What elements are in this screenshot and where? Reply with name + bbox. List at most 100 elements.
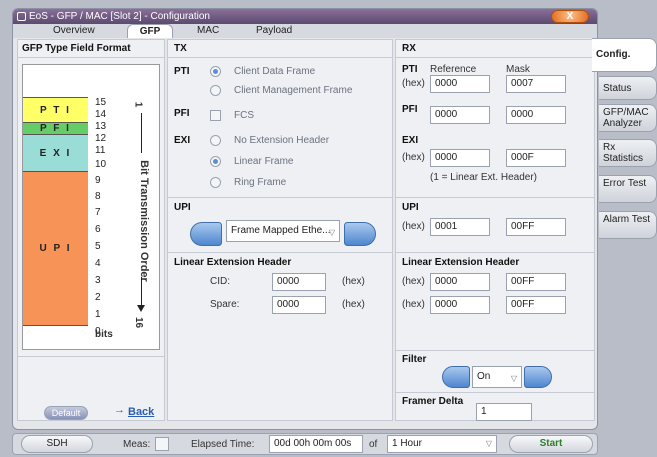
side-tab-alarm-test[interactable]: Alarm Test [599, 211, 657, 239]
filter-value: On [477, 371, 491, 382]
fcs-checkbox[interactable] [210, 110, 221, 121]
sdh-button[interactable]: SDH [21, 435, 93, 453]
pfi-block: P F I [23, 123, 88, 135]
back-link[interactable]: Back [128, 406, 154, 418]
bit-number: 6 [95, 224, 101, 235]
side-tab-rx-statistics[interactable]: Rx Statistics [599, 139, 657, 167]
client-management-frame-label: Client Management Frame [234, 85, 353, 96]
spare-hex-label: (hex) [342, 299, 365, 310]
tab-gfp[interactable]: GFP [127, 24, 173, 38]
rx-header: RX [402, 43, 416, 54]
order-label: Bit Transmission Order [138, 160, 150, 282]
hex-label: (hex) [402, 221, 425, 232]
filter-next-button[interactable] [524, 366, 552, 388]
divider [396, 57, 594, 58]
framer-delta-input[interactable]: 1 [476, 403, 532, 421]
start-button[interactable]: Start [509, 435, 593, 453]
chevron-down-icon: ▽ [485, 439, 492, 448]
bit-diagram: P T I P F I E X I U P I 15 14 13 12 11 1… [22, 64, 160, 350]
hex-label: (hex) [402, 299, 425, 310]
app-icon [17, 12, 26, 21]
exi-mask-input[interactable]: 000F [506, 149, 566, 167]
elapsed-time-value: 00d 00h 00m 00s [269, 435, 363, 453]
lin1-reference-input[interactable]: 0000 [430, 273, 490, 291]
rx-upi-label: UPI [402, 202, 419, 213]
tx-pti-label: PTI [174, 66, 190, 77]
bit-number: 10 [95, 159, 107, 170]
reference-label: Reference [430, 64, 477, 75]
fcs-label: FCS [234, 110, 254, 121]
back-arrow-icon: → [114, 404, 125, 416]
lin2-mask-input[interactable]: 00FF [506, 296, 566, 314]
side-tab-error-test[interactable]: Error Test [599, 175, 657, 203]
tab-mac[interactable]: MAC [197, 24, 219, 38]
bit-number: 11 [95, 145, 106, 156]
divider [18, 57, 164, 58]
order-line [141, 113, 142, 153]
radio-linear-frame[interactable] [210, 156, 221, 167]
tab-payload[interactable]: Payload [256, 24, 292, 38]
mask-label: Mask [506, 64, 530, 75]
divider [396, 252, 594, 253]
bit-number: 8 [95, 191, 101, 202]
tab-overview[interactable]: Overview [53, 24, 95, 38]
radio-client-data-frame[interactable] [210, 66, 221, 77]
bit-number: 13 [95, 121, 107, 132]
tx-panel: TX PTI Client Data Frame Client Manageme… [167, 39, 393, 421]
filter-prev-button[interactable] [442, 366, 470, 388]
cid-input[interactable]: 0000 [272, 273, 326, 291]
tx-linear-header: Linear Extension Header [174, 257, 292, 268]
pfi-mask-input[interactable]: 0000 [506, 106, 566, 124]
window-title: EoS - GFP / MAC [Slot 2] - Configuration [29, 11, 210, 22]
down-arrow-icon [137, 305, 145, 312]
filter-select[interactable]: On ▽ [472, 366, 522, 388]
bit-number: 5 [95, 241, 101, 252]
top-tabs: Overview GFP MAC Payload [13, 24, 597, 38]
side-tab-config[interactable]: Config. [592, 38, 657, 72]
pfi-reference-input[interactable]: 0000 [430, 106, 490, 124]
divider [168, 197, 392, 198]
order-line [141, 277, 142, 307]
upi-value: Frame Mapped Ethe... [231, 225, 331, 236]
divider [168, 252, 392, 253]
bit-number: 15 [95, 97, 107, 108]
upi-reference-input[interactable]: 0001 [430, 218, 490, 236]
exi-reference-input[interactable]: 0000 [430, 149, 490, 167]
hex-label: (hex) [402, 276, 425, 287]
bit-number: 1 [95, 309, 101, 320]
chevron-down-icon: ▽ [328, 228, 335, 237]
lin2-reference-input[interactable]: 0000 [430, 296, 490, 314]
meas-checkbox[interactable] [155, 437, 169, 451]
exi-block: E X I [23, 135, 88, 172]
upi-prev-button[interactable] [190, 222, 222, 246]
bit-number: 12 [95, 133, 107, 144]
meas-label: Meas: [123, 439, 151, 450]
divider [18, 356, 164, 357]
lin1-mask-input[interactable]: 00FF [506, 273, 566, 291]
rx-linear-header: Linear Extension Header [402, 257, 520, 268]
divider [396, 197, 594, 198]
upi-block: U P I [23, 172, 88, 326]
pti-mask-input[interactable]: 0007 [506, 75, 566, 93]
radio-ring-frame[interactable] [210, 177, 221, 188]
main-window: EoS - GFP / MAC [Slot 2] - Configuration… [12, 8, 598, 430]
elapsed-time-label: Elapsed Time: [191, 439, 255, 450]
duration-select[interactable]: 1 Hour ▽ [387, 435, 497, 453]
radio-no-extension-header[interactable] [210, 135, 221, 146]
upi-next-button[interactable] [344, 222, 376, 246]
side-tab-gfp-mac-analyzer[interactable]: GFP/MAC Analyzer [599, 104, 657, 132]
pti-reference-input[interactable]: 0000 [430, 75, 490, 93]
upi-mask-input[interactable]: 00FF [506, 218, 566, 236]
ring-frame-label: Ring Frame [234, 177, 287, 188]
spare-input[interactable]: 0000 [272, 296, 326, 314]
of-label: of [369, 439, 378, 450]
close-button[interactable]: X [551, 10, 589, 23]
pti-block: P T I [23, 97, 88, 123]
bit-number: 9 [95, 175, 101, 186]
order-end: 16 [133, 316, 145, 329]
side-tab-status[interactable]: Status [599, 76, 657, 100]
divider [168, 57, 392, 58]
default-button[interactable]: Default [44, 406, 88, 420]
upi-select[interactable]: Frame Mapped Ethe... ▽ [226, 220, 340, 242]
radio-client-management-frame[interactable] [210, 85, 221, 96]
